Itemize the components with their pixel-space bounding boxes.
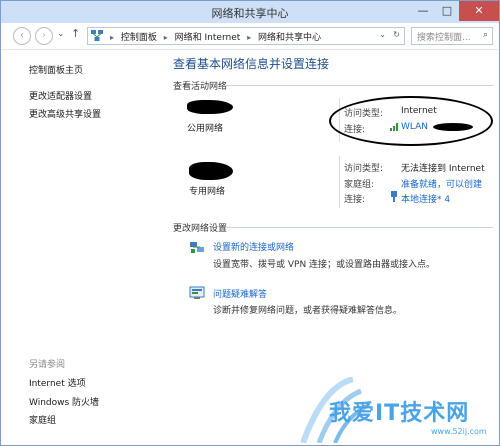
maximize-button[interactable]: □ — [435, 1, 459, 21]
forward-button[interactable]: › — [35, 27, 53, 45]
sidebar-link-control-panel-home[interactable]: 控制面板主页 — [29, 63, 83, 76]
troubleshoot-link[interactable]: 问题疑难解答 — [213, 287, 267, 300]
recent-pages-button[interactable]: ⌄ — [57, 29, 65, 39]
network-name-private: 专用网络 — [189, 187, 226, 197]
sidebar-link-advanced-sharing[interactable]: 更改高级共享设置 — [29, 107, 101, 120]
title-bar[interactable]: 网络和共享中心 — □ ✕ — [1, 1, 499, 23]
navigation-toolbar: ‹ › ⌄ ↑ ▸ 控制面板 ▸ 网络和 Internet ▸ 网络和共享中心 … — [1, 23, 499, 50]
local-connection-link[interactable]: 本地连接* 4 — [401, 192, 450, 205]
troubleshoot-desc: 诊断并修复网络问题，或者获得疑难解答信息。 — [213, 306, 403, 316]
page-title: 查看基本网络信息并设置连接 — [173, 57, 330, 71]
search-input[interactable]: 搜索控制面... ⌕ — [411, 27, 493, 45]
redacted-network-icon — [187, 100, 233, 114]
see-also-label: 另请参阅 — [29, 360, 66, 370]
up-button[interactable]: ↑ — [71, 27, 80, 40]
ethernet-icon — [391, 191, 397, 202]
address-dropdown-button[interactable]: ⌄ — [379, 30, 386, 39]
access-type-label: 访问类型: — [344, 164, 384, 174]
sidebar-link-internet-options[interactable]: Internet 选项 — [29, 376, 86, 389]
refresh-button[interactable]: ↻ — [393, 30, 400, 39]
search-placeholder: 搜索控制面... — [417, 33, 471, 43]
access-type-value: 无法连接到 Internet — [401, 164, 485, 174]
minimize-button[interactable]: — — [411, 1, 435, 21]
watermark-url: www.52ij.com — [431, 427, 487, 436]
network-name-public: 公用网络 — [187, 124, 224, 134]
homegroup-create-link[interactable]: 准备就绪，可以创建 — [401, 177, 482, 190]
sidebar-link-homegroup[interactable]: 家庭组 — [29, 413, 56, 426]
annotation-ellipse — [329, 96, 493, 146]
setup-connection-desc: 设置宽带、拨号或 VPN 连接；或设置路由器或接入点。 — [213, 260, 436, 270]
network-setup-icon — [190, 242, 204, 253]
search-icon[interactable]: ⌕ — [483, 30, 488, 40]
connections-label: 连接: — [344, 195, 366, 205]
address-bar[interactable]: ▸ 控制面板 ▸ 网络和 Internet ▸ 网络和共享中心 ⌄ ↻ — [87, 27, 405, 45]
close-button[interactable]: ✕ — [459, 1, 499, 21]
homegroup-label: 家庭组: — [344, 180, 375, 190]
section-divider — [223, 85, 493, 86]
sidebar-link-change-adapter[interactable]: 更改适配器设置 — [29, 89, 92, 102]
active-networks-header: 查看活动网络 — [173, 82, 228, 92]
troubleshoot-icon — [189, 286, 205, 299]
network-sharing-window: 网络和共享中心 — □ ✕ ‹ › ⌄ ↑ ▸ 控制面板 ▸ 网络和 Inter… — [0, 0, 500, 446]
back-button[interactable]: ‹ — [13, 27, 31, 45]
sidebar-link-windows-firewall[interactable]: Windows 防火墙 — [29, 395, 99, 408]
section-divider — [227, 227, 493, 228]
breadcrumb: ▸ 控制面板 ▸ 网络和 Internet ▸ 网络和共享中心 — [110, 33, 322, 43]
network-divider — [339, 156, 340, 208]
setup-connection-link[interactable]: 设置新的连接或网络 — [213, 240, 294, 253]
breadcrumb-control-panel[interactable]: 控制面板 — [121, 33, 157, 43]
sidebar: 控制面板主页 更改适配器设置 更改高级共享设置 另请参阅 Internet 选项… — [1, 50, 161, 445]
watermark-text: 我爱IT技术网 — [329, 401, 470, 426]
redacted-network-icon — [189, 162, 233, 180]
breadcrumb-network-internet[interactable]: 网络和 Internet — [175, 33, 241, 43]
breadcrumb-network-sharing-center[interactable]: 网络和共享中心 — [258, 33, 321, 43]
change-settings-header: 更改网络设置 — [173, 224, 228, 234]
network-icon — [91, 30, 103, 41]
